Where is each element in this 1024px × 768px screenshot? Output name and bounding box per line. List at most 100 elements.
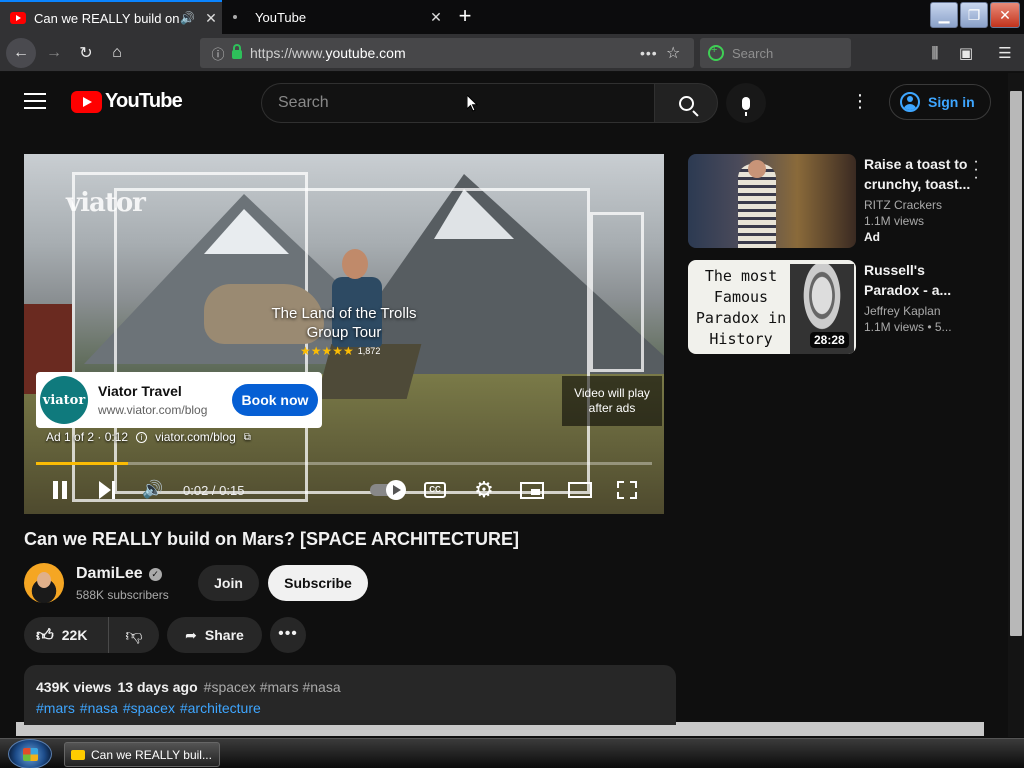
url-text[interactable]: https://www.youtube.com — [250, 45, 640, 61]
share-label: Share — [204, 627, 244, 643]
dislike-button[interactable]: 👎︎ — [109, 617, 159, 653]
settings-menu-icon[interactable]: ⋮ — [850, 91, 870, 113]
theater-mode-icon[interactable] — [568, 478, 592, 502]
advertiser-domain[interactable]: www.viator.com/blog — [98, 403, 232, 417]
restore-button[interactable]: ❐ — [960, 2, 988, 28]
description-hashtags[interactable]: #mars #nasa #spacex #architecture — [36, 700, 664, 716]
browser-search-box[interactable]: Search — [700, 38, 851, 68]
miniplayer-icon[interactable] — [520, 478, 544, 502]
verified-check-icon: ✓ — [148, 567, 162, 581]
advertiser-name[interactable]: Viator Travel — [98, 383, 232, 399]
channel-name-text[interactable]: DamiLee — [76, 565, 143, 583]
info-icon[interactable]: ⓘ — [206, 44, 230, 63]
windows-logo-icon — [23, 748, 38, 761]
autoplay-toggle[interactable] — [368, 478, 406, 502]
window-controls: ▁ ❐ ✕ — [930, 2, 1020, 28]
fullscreen-icon[interactable] — [616, 478, 638, 502]
firefox-icon — [71, 749, 85, 760]
youtube-logo[interactable]: YouTube — [71, 90, 183, 113]
sign-in-button[interactable]: Sign in — [889, 84, 991, 120]
sidebar-icon[interactable]: ▣ — [952, 39, 980, 67]
more-actions-icon[interactable]: ••• — [270, 617, 306, 653]
search-input[interactable]: Search — [261, 83, 655, 123]
progress-bar[interactable] — [36, 462, 652, 465]
youtube-favicon-icon — [10, 12, 26, 24]
reload-button[interactable]: ↻ — [72, 39, 100, 67]
like-button[interactable]: 👍︎ 22K — [24, 617, 109, 653]
subscriber-count: 588K subscribers — [76, 588, 169, 602]
like-dislike-group: 👍︎ 22K 👎︎ — [24, 617, 159, 653]
advertiser-logo[interactable]: viator — [40, 376, 88, 424]
back-button[interactable]: ← — [6, 38, 36, 68]
ad-counter: Ad 1 of 2 · 0:12 — [46, 430, 129, 444]
video-player[interactable]: viator The Land of the Trolls Group Tour… — [24, 154, 664, 514]
taskbar-window-title: Can we REALLY buil... — [91, 747, 212, 762]
rec-title[interactable]: Raise a toast to crunchy, toast... — [864, 154, 974, 194]
ad-headline: The Land of the Trolls Group Tour — [244, 304, 444, 342]
duration-badge: 28:28 — [810, 332, 849, 348]
thumbnail-text: The most Famous Paradox in History — [695, 267, 787, 348]
captions-icon[interactable]: CC — [424, 478, 446, 502]
forward-button[interactable]: → — [40, 39, 68, 67]
guide-menu-icon[interactable] — [24, 93, 46, 109]
join-button[interactable]: Join — [198, 565, 259, 601]
speaker-icon[interactable]: 🔊 — [180, 11, 196, 25]
scrollbar-thumb[interactable] — [1010, 91, 1022, 636]
thumbs-up-icon: 👍︎ — [36, 625, 54, 645]
tab-inactive[interactable]: YouTube ✕ — [223, 0, 447, 34]
channel-name[interactable]: DamiLee ✓ — [76, 565, 162, 583]
start-button[interactable] — [8, 739, 52, 768]
voice-search-button[interactable] — [726, 83, 766, 123]
rec-title[interactable]: Russell's Paradox - a... — [864, 260, 974, 300]
ad-rating: ★★★★★ 1,872 — [300, 344, 380, 358]
share-arrow-icon: ➦ — [185, 626, 197, 643]
video-thumbnail[interactable] — [688, 154, 856, 248]
next-icon[interactable] — [96, 478, 118, 502]
rec-channel[interactable]: RITZ Crackers — [864, 198, 974, 212]
recommendation-item[interactable]: Raise a toast to crunchy, toast... RITZ … — [688, 154, 998, 249]
close-tab-icon[interactable]: ✕ — [200, 10, 222, 27]
taskbar-window-button[interactable]: Can we REALLY buil... — [64, 742, 220, 767]
page-actions-icon[interactable]: ••• — [640, 45, 666, 61]
microphone-icon — [742, 96, 750, 116]
top-hashtags[interactable]: #spacex #mars #nasa — [204, 679, 341, 695]
rec-channel[interactable]: Jeffrey Kaplan — [864, 304, 974, 318]
subscribe-button[interactable]: Subscribe — [268, 565, 368, 601]
close-window-button[interactable]: ✕ — [990, 2, 1020, 28]
url-bar[interactable]: ⓘ https://www.youtube.com ••• ☆ — [200, 38, 694, 68]
ad-link[interactable]: viator.com/blog — [155, 430, 236, 444]
gear-icon[interactable]: ⚙ — [472, 477, 496, 502]
tab-title: YouTube — [255, 9, 307, 25]
browser-nav-bar: ← → ↻ ⌂ ⓘ https://www.youtube.com ••• ☆ … — [0, 34, 1024, 72]
ad-badge: Ad — [864, 230, 880, 244]
book-now-button[interactable]: Book now — [232, 384, 318, 416]
rec-views: 1.1M views • 5... — [864, 320, 952, 334]
close-tab-icon[interactable]: ✕ — [425, 9, 447, 26]
home-button[interactable]: ⌂ — [103, 39, 131, 67]
minimize-button[interactable]: ▁ — [930, 2, 958, 28]
browser-search-placeholder: Search — [732, 45, 774, 61]
menu-icon[interactable]: ☰ — [991, 39, 1019, 67]
search-button[interactable] — [654, 83, 718, 123]
external-link-icon[interactable]: ⧉ — [244, 432, 251, 443]
recommendation-item[interactable]: The most Famous Paradox in History 28:28… — [688, 260, 998, 355]
channel-avatar[interactable] — [24, 563, 64, 603]
video-thumbnail[interactable]: The most Famous Paradox in History 28:28 — [688, 260, 856, 354]
lock-icon — [232, 44, 242, 59]
library-icon[interactable]: ⫼ — [921, 39, 949, 67]
ad-info-icon[interactable]: i — [136, 431, 148, 443]
volume-icon[interactable]: 🔊 — [142, 478, 164, 502]
ad-watermark: viator — [66, 188, 146, 218]
share-button[interactable]: ➦ Share — [167, 617, 262, 653]
ad-card[interactable]: viator Viator Travel www.viator.com/blog… — [36, 372, 322, 428]
pause-icon[interactable] — [50, 478, 70, 502]
upload-age: 13 days ago — [117, 679, 198, 695]
bookmark-star-icon[interactable]: ☆ — [666, 43, 694, 63]
tab-active[interactable]: Can we REALLY build on Mars? [SPACE ARCH… — [0, 0, 222, 34]
star-rating-icon: ★★★★★ — [300, 344, 354, 358]
rec-menu-icon[interactable]: · · · — [970, 154, 982, 186]
loading-dot-icon — [233, 15, 237, 19]
new-tab-button[interactable]: + — [452, 4, 478, 30]
description-box[interactable]: 439K views 13 days ago #spacex #mars #na… — [24, 665, 676, 725]
page-scrollbar[interactable] — [1008, 73, 1024, 737]
